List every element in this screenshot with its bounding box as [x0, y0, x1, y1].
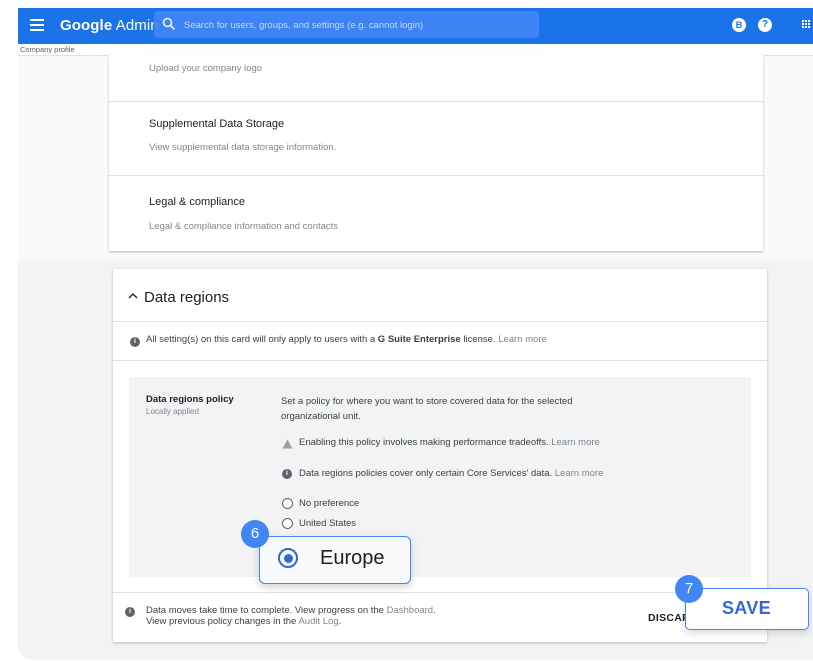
- search-icon: [162, 17, 176, 31]
- notice-suffix: license.: [460, 334, 496, 345]
- info-icon: i: [282, 469, 292, 479]
- app-brand[interactable]: Google Admin: [60, 17, 159, 34]
- notice-license: G Suite Enterprise: [377, 334, 461, 345]
- policy-label: Data regions policy: [146, 394, 234, 405]
- row-title: Supplemental Data Storage: [149, 118, 285, 130]
- row-description: Upload your company logo: [149, 63, 263, 74]
- info-icon: i: [125, 607, 135, 617]
- search-input[interactable]: [182, 15, 536, 35]
- radio-no-preference[interactable]: [282, 498, 293, 509]
- coverage-text: Data regions policies cover only certain…: [299, 468, 603, 479]
- radio-europe-selected[interactable]: [278, 548, 298, 568]
- top-app-bar: Google Admin B ?: [18, 8, 813, 44]
- notice-text: All setting(s) on this card will only ap…: [146, 334, 547, 345]
- hamburger-menu-icon[interactable]: [30, 19, 44, 33]
- footer-line1-suffix: .: [433, 605, 436, 616]
- radio-label-united-states[interactable]: United States: [299, 518, 356, 529]
- warning-text: Enabling this policy involves making per…: [299, 437, 600, 448]
- discard-button[interactable]: DISCAR: [648, 612, 690, 624]
- policy-sublabel: Locally applied: [146, 407, 199, 416]
- help-icon[interactable]: ?: [758, 18, 772, 32]
- footer-line2: View previous policy changes in the: [146, 616, 299, 627]
- footer-text: Data moves take time to complete. View p…: [146, 605, 436, 627]
- radio-option-europe[interactable]: Europe: [259, 536, 411, 584]
- save-button-label: SAVE: [722, 598, 771, 618]
- step-badge-6: 6: [241, 520, 269, 548]
- coverage-learn-more-link[interactable]: Learn more: [555, 468, 604, 479]
- warning-learn-more-link[interactable]: Learn more: [551, 437, 600, 448]
- notice-prefix: All setting(s) on this card will only ap…: [146, 334, 378, 345]
- save-button[interactable]: SAVE: [685, 588, 809, 630]
- row-description: View supplemental data storage informati…: [149, 142, 337, 153]
- footer-line2-suffix: .: [338, 616, 342, 627]
- footer-line1: Data moves take time to complete. View p…: [146, 605, 387, 616]
- brand-google: Google: [60, 17, 113, 34]
- info-icon: i: [130, 337, 140, 347]
- list-item-logo[interactable]: Upload your company logo: [109, 55, 763, 102]
- list-item-supplemental-storage[interactable]: Supplemental Data Storage View supplemen…: [109, 102, 763, 176]
- breadcrumb[interactable]: Company profile: [20, 44, 75, 55]
- account-icon[interactable]: B: [732, 18, 746, 32]
- row-title: Legal & compliance: [149, 196, 246, 208]
- warning-icon: [282, 439, 293, 449]
- audit-log-link[interactable]: Audit Log: [298, 616, 338, 627]
- step-badge-7: 7: [675, 575, 703, 603]
- dashboard-link[interactable]: Dashboard: [387, 605, 433, 616]
- policy-description: Set a policy for where you want to store…: [281, 396, 573, 422]
- chevron-up-icon[interactable]: [128, 291, 138, 301]
- card-title: Data regions: [144, 289, 230, 306]
- row-description: Legal & compliance information and conta…: [149, 221, 339, 232]
- card-header[interactable]: Data regions: [113, 269, 767, 322]
- license-notice: i All setting(s) on this card will only …: [113, 322, 767, 361]
- radio-label-europe[interactable]: Europe: [320, 547, 385, 570]
- radio-label-no-preference[interactable]: No preference: [299, 498, 359, 509]
- company-profile-card: Upload your company logo Supplemental Da…: [109, 55, 763, 251]
- card-footer: i Data moves take time to complete. View…: [113, 592, 767, 643]
- list-item-legal-compliance[interactable]: Legal & compliance Legal & compliance in…: [109, 176, 763, 250]
- coverage-message: Data regions policies cover only certain…: [299, 468, 553, 479]
- policy-panel: Data regions policy Locally applied Set …: [129, 377, 751, 577]
- search-bar[interactable]: [154, 11, 539, 38]
- data-regions-card: Data regions i All setting(s) on this ca…: [113, 269, 767, 642]
- brand-admin: Admin: [115, 17, 159, 34]
- radio-united-states[interactable]: [282, 518, 293, 529]
- apps-grid-icon[interactable]: [802, 20, 813, 31]
- warning-message: Enabling this policy involves making per…: [299, 437, 549, 448]
- learn-more-link[interactable]: Learn more: [498, 334, 547, 345]
